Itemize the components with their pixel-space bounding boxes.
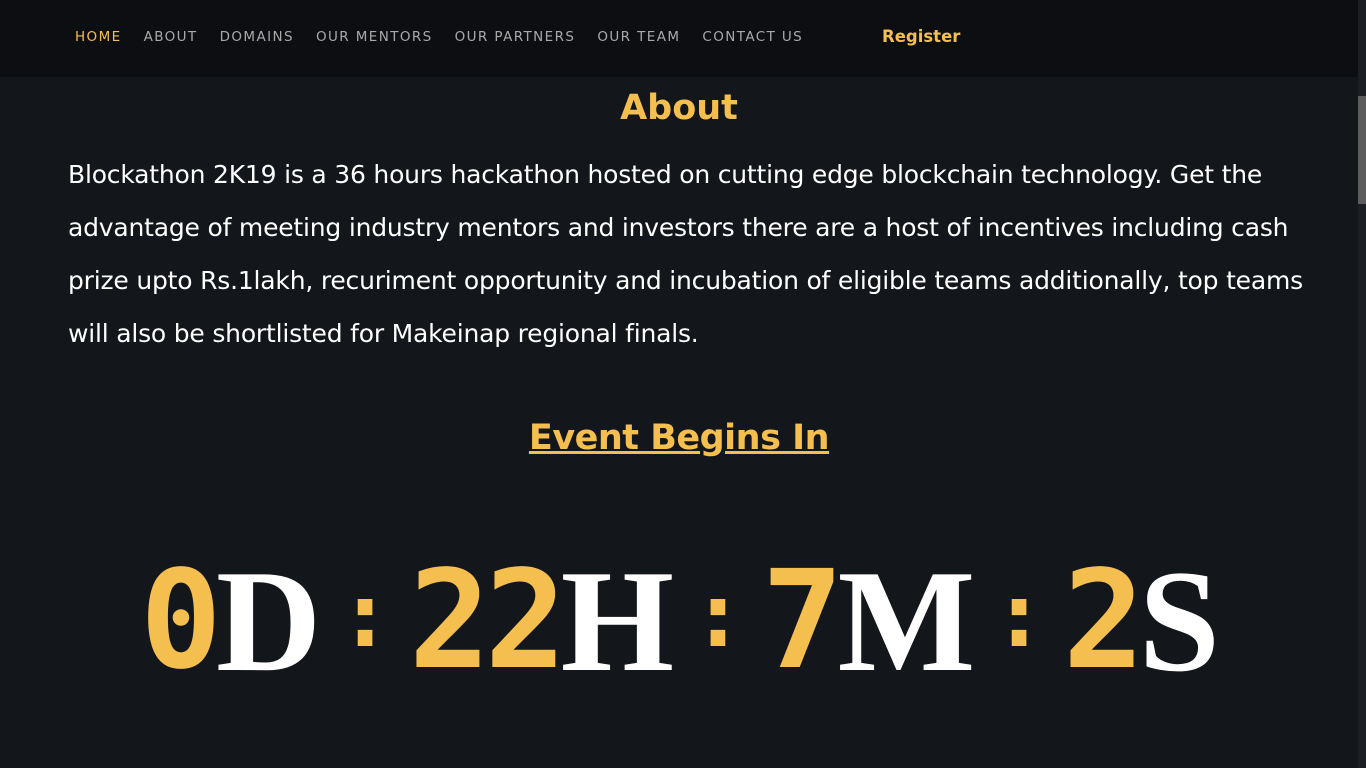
countdown-seconds-suffix: S <box>1138 540 1220 702</box>
countdown-days-suffix: D <box>215 540 322 702</box>
countdown-minutes: 7 M <box>762 548 976 694</box>
countdown-hours-value: 22 <box>408 542 567 700</box>
countdown-timer: 0 D : 22 H : 7 M : 2 S <box>140 548 1220 694</box>
nav-item-contact-us[interactable]: CONTACT US <box>702 29 803 45</box>
register-button[interactable]: Register <box>882 27 960 46</box>
nav-item-about[interactable]: ABOUT <box>144 29 198 45</box>
navbar: HOME ABOUT DOMAINS OUR MENTORS OUR PARTN… <box>0 0 1358 77</box>
nav-item-our-mentors[interactable]: OUR MENTORS <box>316 29 433 45</box>
countdown-hours: 22 H <box>409 548 674 694</box>
countdown-separator: : <box>690 563 746 668</box>
countdown-separator: : <box>992 563 1047 668</box>
nav-item-domains[interactable]: DOMAINS <box>220 29 294 45</box>
countdown-seconds: 2 S <box>1063 548 1220 694</box>
countdown-separator: : <box>337 563 393 668</box>
countdown-hours-suffix: H <box>560 540 675 702</box>
countdown-seconds-value: 2 <box>1062 542 1145 700</box>
about-heading: About <box>620 88 738 128</box>
scrollbar-thumb[interactable] <box>1358 96 1366 204</box>
nav-links: HOME ABOUT DOMAINS OUR MENTORS OUR PARTN… <box>75 29 825 45</box>
about-description: Blockathon 2K19 is a 36 hours hackathon … <box>68 160 1303 348</box>
countdown-days-value: 0 <box>140 542 222 700</box>
countdown-minutes-suffix: M <box>837 540 976 702</box>
nav-item-our-partners[interactable]: OUR PARTNERS <box>455 29 576 45</box>
nav-item-our-team[interactable]: OUR TEAM <box>597 29 680 45</box>
nav-item-home[interactable]: HOME <box>75 29 122 45</box>
countdown-minutes-value: 7 <box>761 542 844 700</box>
countdown-days: 0 D <box>140 548 321 694</box>
event-countdown-heading: Event Begins In <box>528 418 830 458</box>
scrollbar[interactable] <box>1358 0 1366 768</box>
